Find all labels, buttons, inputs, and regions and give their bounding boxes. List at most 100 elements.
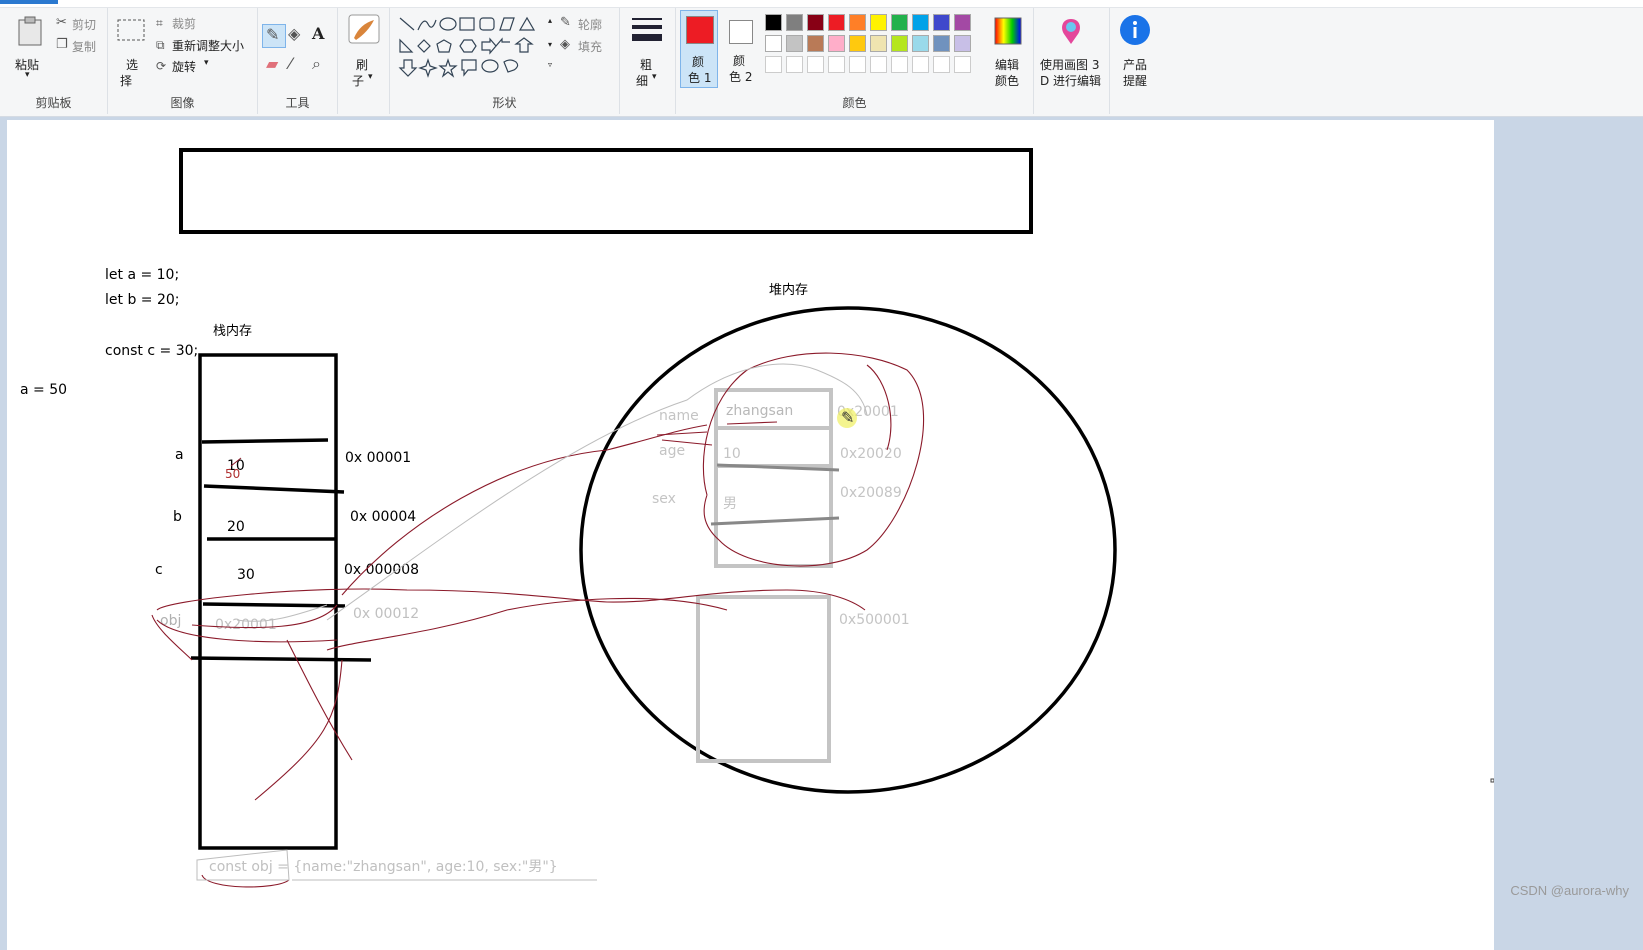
- palette-swatch[interactable]: [849, 14, 866, 31]
- palette-swatch[interactable]: [870, 56, 887, 73]
- heap-value-name: zhangsan: [726, 403, 793, 419]
- code-line-2: let b = 20;: [105, 292, 180, 308]
- palette-swatch[interactable]: [912, 14, 929, 31]
- size-label-1: 粗: [640, 58, 653, 72]
- scroll-up-icon[interactable]: ▴: [548, 16, 552, 25]
- palette-swatch[interactable]: [765, 35, 782, 52]
- chevron-down-icon: ▾: [204, 58, 209, 68]
- crop-button[interactable]: 裁剪: [172, 15, 196, 32]
- size-button[interactable]: 粗 细 ▾: [630, 14, 666, 88]
- palette-swatch[interactable]: [954, 35, 971, 52]
- palette-swatch[interactable]: [807, 35, 824, 52]
- heap-address-4: 0x500001: [839, 612, 910, 628]
- heap-title: 堆内存: [769, 282, 808, 298]
- magnifier-icon[interactable]: ⌕: [312, 56, 321, 72]
- scissors-icon: ✂: [56, 15, 67, 30]
- drawing-canvas[interactable]: let a = 10; let b = 20; const c = 30; a …: [7, 120, 1494, 950]
- paint3d-button[interactable]: 使用画图 3 D 进行编辑: [1036, 14, 1108, 88]
- palette-swatch[interactable]: [765, 14, 782, 31]
- palette-swatch[interactable]: [891, 35, 908, 52]
- stack-divider: [201, 438, 329, 444]
- fill-button[interactable]: 填充: [578, 38, 602, 55]
- product-label-2: 提醒: [1123, 74, 1148, 88]
- palette-swatch[interactable]: [870, 14, 887, 31]
- select-button[interactable]: 选 择: [114, 14, 150, 88]
- clipboard-group: 粘贴 ▾ ✂ 剪切 ❐ 复制 剪贴板: [0, 8, 108, 114]
- palette-swatch[interactable]: [786, 14, 803, 31]
- stack-value-c: 30: [237, 567, 255, 583]
- palette-swatch[interactable]: [891, 56, 908, 73]
- colors-group: 颜 色 1 颜 色 2 编辑 颜色 颜色: [676, 8, 1034, 114]
- select-label-2: 择: [120, 74, 133, 88]
- palette-swatch[interactable]: [870, 35, 887, 52]
- paste-button[interactable]: 粘贴 ▾: [10, 14, 48, 86]
- color1-button[interactable]: 颜 色 1: [680, 10, 718, 88]
- image-group-label: 图像: [170, 96, 195, 110]
- chevron-down-icon: ▾: [25, 70, 30, 80]
- stack-divider: [203, 484, 345, 494]
- palette-swatch[interactable]: [786, 35, 803, 52]
- select-label-1: 选: [126, 58, 139, 72]
- color2-button[interactable]: 颜 色 2: [722, 10, 760, 88]
- palette-swatch[interactable]: [849, 35, 866, 52]
- palette-swatch[interactable]: [828, 35, 845, 52]
- stack-title: 栈内存: [213, 323, 252, 339]
- product-alert-button[interactable]: 产品 提醒: [1114, 14, 1154, 88]
- shapes-gallery[interactable]: [396, 14, 546, 80]
- palette-swatch[interactable]: [933, 56, 950, 73]
- palette-swatch[interactable]: [954, 56, 971, 73]
- top-rectangle: [179, 148, 1033, 234]
- color1-swatch: [686, 16, 714, 44]
- heap-key-sex: sex: [652, 491, 676, 507]
- palette-swatch[interactable]: [933, 35, 950, 52]
- palette-swatch[interactable]: [891, 14, 908, 31]
- palette-swatch[interactable]: [912, 56, 929, 73]
- edit-colors-button[interactable]: 编辑 颜色: [988, 14, 1028, 88]
- paint3d-group: 使用画图 3 D 进行编辑: [1034, 8, 1110, 114]
- outline-button[interactable]: 轮廓: [578, 16, 602, 33]
- active-tab-indicator[interactable]: [0, 0, 58, 4]
- heap-second-box: [696, 595, 831, 763]
- palette-swatch[interactable]: [954, 14, 971, 31]
- size-label-2: 细: [636, 74, 649, 88]
- heap-divider-mark: [710, 516, 840, 526]
- palette-swatch[interactable]: [912, 35, 929, 52]
- fill-icon: ◈: [560, 37, 570, 52]
- palette-swatch[interactable]: [828, 14, 845, 31]
- palette-swatch[interactable]: [849, 56, 866, 73]
- line-size-icon: [632, 18, 662, 41]
- stack-address-c: 0x 000008: [344, 562, 419, 578]
- palette-swatch[interactable]: [807, 56, 824, 73]
- brush-label-1: 刷: [356, 58, 369, 72]
- canvas-drawing: let a = 10; let b = 20; const c = 30; a …: [20, 148, 1494, 888]
- eraser-icon[interactable]: ▰: [266, 56, 278, 72]
- text-tool-icon[interactable]: A: [312, 26, 324, 42]
- resize-button[interactable]: 重新调整大小: [172, 37, 244, 54]
- scroll-down-icon[interactable]: ▾: [548, 40, 552, 49]
- palette-swatch[interactable]: [828, 56, 845, 73]
- palette-swatch[interactable]: [765, 56, 782, 73]
- var-label-a: a: [175, 447, 184, 463]
- product-alert-group: 产品 提醒: [1110, 8, 1160, 114]
- palette-swatch[interactable]: [807, 14, 824, 31]
- palette-swatch[interactable]: [933, 14, 950, 31]
- var-label-obj: obj: [160, 613, 181, 629]
- brush-button[interactable]: 刷 子 ▾: [346, 14, 382, 88]
- stack-value-a-new: 50: [225, 467, 240, 481]
- copy-button[interactable]: 复制: [72, 38, 96, 55]
- heap-value-age: 10: [723, 446, 741, 462]
- edit-colors-label-1: 编辑: [995, 58, 1020, 72]
- heap-key-age: age: [659, 443, 685, 459]
- fill-bucket-icon[interactable]: ◈: [288, 26, 300, 42]
- color-picker-icon[interactable]: ⁄: [289, 56, 292, 72]
- palette-swatch[interactable]: [786, 56, 803, 73]
- object-declaration: const obj = {name:"zhangsan", age:10, se…: [209, 859, 558, 875]
- heap-address-2: 0x20020: [840, 446, 902, 462]
- resize-icon: ⧉: [156, 38, 165, 52]
- cut-button[interactable]: 剪切: [72, 16, 96, 33]
- select-rect-icon: [117, 19, 145, 41]
- expand-gallery-icon[interactable]: ▿: [548, 60, 552, 69]
- rotate-button[interactable]: 旋转: [172, 58, 196, 75]
- canvas-resize-handle[interactable]: [1490, 778, 1494, 783]
- rotate-icon: ⟳: [156, 59, 167, 73]
